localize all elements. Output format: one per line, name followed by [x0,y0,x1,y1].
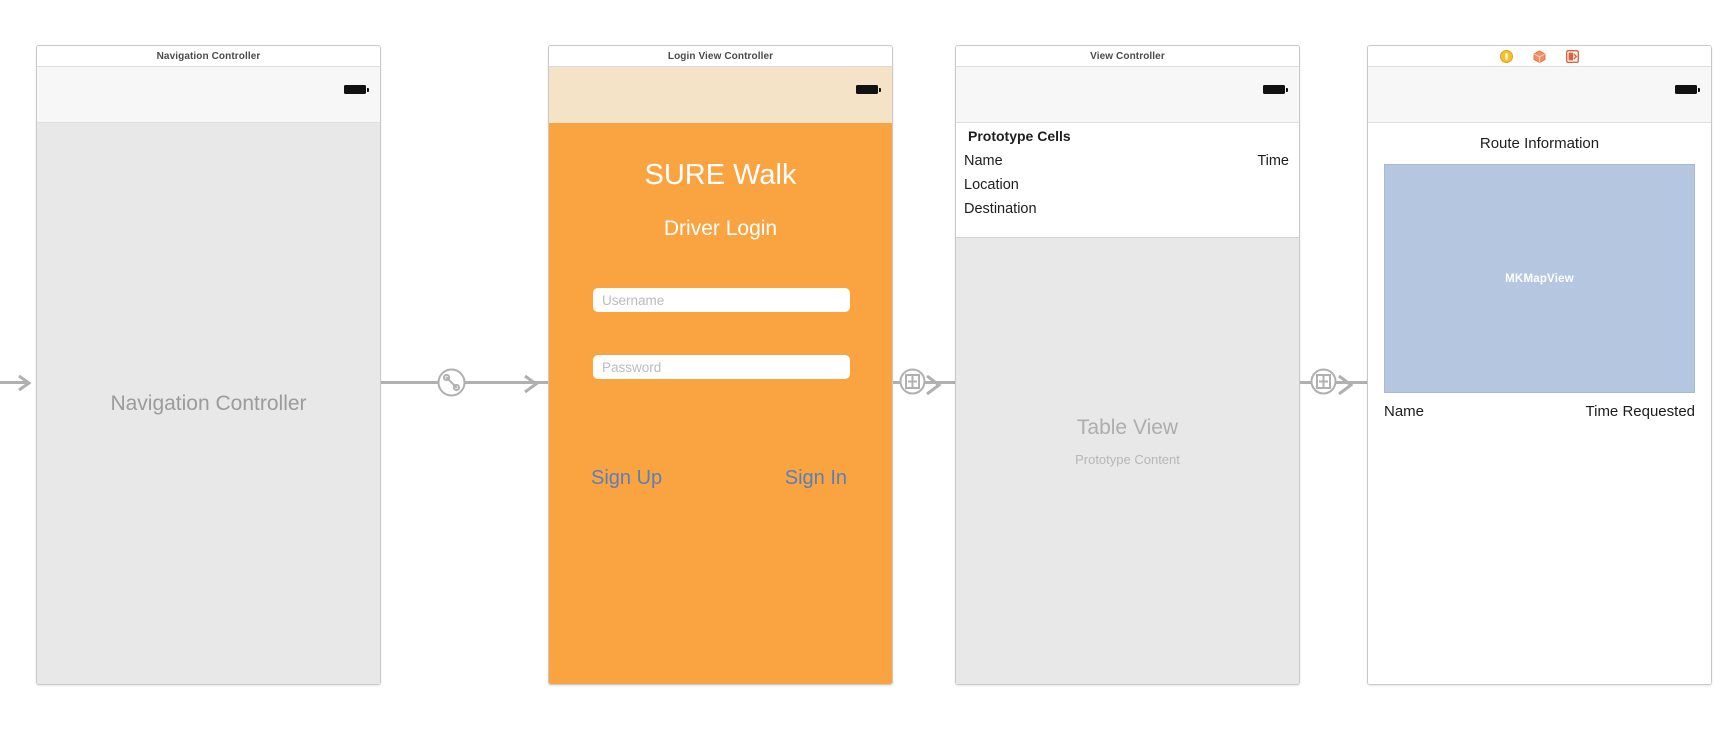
battery-icon [1675,85,1700,94]
map-view-label: MKMapView [1505,272,1574,285]
scene-titlebar: Login View Controller [549,46,892,67]
storyboard-canvas: Navigation Controller Navigation Control… [0,0,1732,730]
cell-label-time: Time [1257,153,1289,169]
view-controller-body: Prototype Cells Name Time Location Desti… [956,67,1299,684]
table-view-placeholder[interactable]: Table View Prototype Content [956,238,1299,684]
table-row[interactable]: Destination [964,197,1289,221]
scene-login-view-controller[interactable]: Login View Controller SURE Walk Driver L… [548,45,893,685]
show-segue-icon[interactable] [899,368,926,400]
battery-icon [856,85,881,94]
status-bar [37,67,380,123]
scene-route-information-controller[interactable]: Route Information MKMapView Name Time Re… [1367,45,1712,685]
view-controller-dock-icon[interactable] [1500,49,1513,63]
cell-label-name: Name [964,153,1003,169]
sign-up-button[interactable]: Sign Up [591,467,662,490]
scene-titlebar: Navigation Controller [37,46,380,67]
scene-dock[interactable] [1368,46,1711,67]
password-input[interactable]: Password [593,355,850,379]
username-placeholder: Username [602,292,665,308]
login-view-controller-body: SURE Walk Driver Login Username Password… [549,67,892,684]
route-footer: Name Time Requested [1384,403,1695,420]
login-form-container: SURE Walk Driver Login Username Password… [549,123,892,684]
status-bar [1368,67,1711,123]
table-row[interactable]: Name Time [964,149,1289,173]
scene-navigation-controller[interactable]: Navigation Controller Navigation Control… [36,45,381,685]
scene-view-controller[interactable]: View Controller Prototype Cells Name Tim… [955,45,1300,685]
cell-label-destination: Destination [964,201,1037,217]
scene-title-login-view-controller: Login View Controller [667,50,774,62]
route-information-body: Route Information MKMapView Name Time Re… [1368,67,1711,684]
app-subtitle-label: Driver Login [663,217,778,240]
scene-title-navigation-controller: Navigation Controller [156,50,261,62]
status-bar [549,67,892,123]
table-view-subtitle-label: Prototype Content [1075,451,1180,467]
show-segue-icon[interactable] [1310,368,1337,400]
time-requested-label: Time Requested [1585,403,1696,420]
app-title-label: SURE Walk [644,159,797,191]
table-view-title-label: Table View [1076,415,1179,439]
status-bar [956,67,1299,123]
route-information-title-label: Route Information [1479,135,1600,152]
table-row[interactable]: Location [964,173,1289,197]
battery-icon [1263,85,1288,94]
map-view[interactable]: MKMapView [1384,164,1695,393]
battery-icon [344,85,369,94]
prototype-cells-section[interactable]: Prototype Cells Name Time Location Desti… [956,123,1299,238]
navigation-controller-content[interactable]: Navigation Controller [37,123,380,684]
first-responder-dock-icon[interactable] [1533,49,1546,63]
scene-title-view-controller: View Controller [1090,50,1165,62]
sign-in-button[interactable]: Sign In [785,467,847,490]
prototype-cells-header: Prototype Cells [968,128,1071,144]
username-input[interactable]: Username [593,288,850,312]
scene-titlebar: View Controller [956,46,1299,67]
navigation-controller-body: Navigation Controller [37,67,380,684]
cell-label-location: Location [964,177,1019,193]
exit-dock-icon[interactable] [1565,49,1580,63]
navigation-controller-placeholder-label: Navigation Controller [110,391,307,415]
password-placeholder: Password [602,359,662,375]
route-information-content: Route Information MKMapView Name Time Re… [1368,123,1711,684]
name-label: Name [1384,403,1425,420]
relationship-segue-icon[interactable] [437,368,466,402]
